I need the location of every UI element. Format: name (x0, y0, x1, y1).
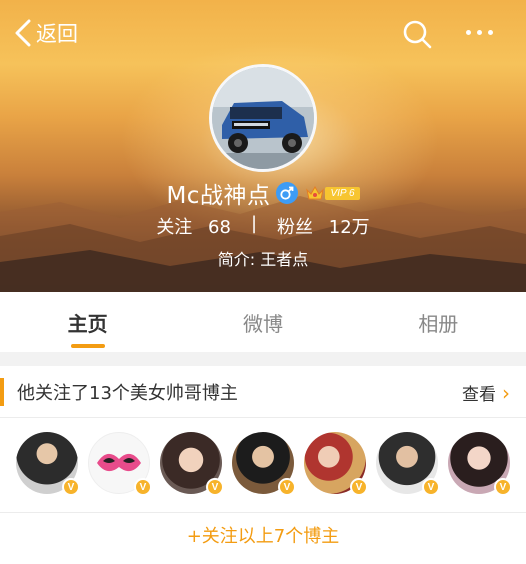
recommend-card: 他关注了13个美女帅哥博主 查看 › V V V V V V V +关注以上7个… (0, 366, 526, 564)
tab-weibo[interactable]: 微博 (175, 292, 350, 352)
verified-badge: V (494, 478, 512, 496)
back-label: 返回 (36, 22, 78, 46)
search-icon[interactable] (402, 19, 432, 49)
recommend-header: 他关注了13个美女帅哥博主 查看 › (0, 366, 526, 418)
followers-count: 12万 (328, 217, 370, 238)
recommend-title: 他关注了13个美女帅哥博主 (17, 382, 238, 404)
followers-label: 粉丝 (277, 217, 314, 238)
follow-all-button[interactable]: +关注以上7个博主 (0, 512, 526, 556)
accent-bar (0, 377, 4, 406)
tab-album[interactable]: 相册 (351, 292, 526, 352)
verified-badge: V (206, 478, 224, 496)
recommended-user-avatar[interactable]: V (304, 432, 368, 496)
recommended-user-avatar[interactable]: V (376, 432, 440, 496)
back-button[interactable]: 返回 (14, 18, 78, 48)
verified-badge: V (278, 478, 296, 496)
active-tab-indicator (70, 344, 105, 348)
profile-tabs: 主页 微博 相册 (0, 292, 526, 352)
more-icon[interactable] (466, 30, 493, 35)
tab-album-label: 相册 (418, 311, 459, 336)
followers-stat[interactable]: 粉丝 12万 (277, 213, 370, 239)
vip-level: VIP 6 (325, 186, 360, 200)
verified-badge: V (134, 478, 152, 496)
verified-badge: V (350, 478, 368, 496)
more-dot (466, 30, 471, 35)
verified-badge: V (422, 478, 440, 496)
profile-avatar[interactable] (209, 64, 317, 172)
profile-header: 返回 Mc战神点 VIP 6 关注 68 | 粉丝 12万 简介: 王者点 (0, 0, 526, 292)
profile-name: Mc战神点 (166, 183, 271, 209)
following-stat[interactable]: 关注 68 (156, 213, 231, 239)
view-more-label: 查看 (462, 385, 496, 405)
tab-home-label: 主页 (67, 311, 108, 336)
more-dot (488, 30, 493, 35)
recommended-user-avatar[interactable]: V (88, 432, 152, 496)
mask-logo-icon (97, 453, 141, 472)
recommended-user-avatar[interactable]: V (232, 432, 296, 496)
profile-bio: 简介: 王者点 (217, 250, 309, 269)
recommended-user-avatar[interactable]: V (160, 432, 224, 496)
view-more-link[interactable]: 查看 › (462, 380, 510, 406)
truck-photo (212, 67, 314, 169)
tab-weibo-label: 微博 (242, 311, 283, 336)
name-row: Mc战神点 VIP 6 (0, 176, 526, 210)
more-dot (477, 30, 482, 35)
profile-stats: 关注 68 | 粉丝 12万 (0, 213, 526, 239)
stats-separator: | (250, 213, 258, 234)
recommended-user-avatar[interactable]: V (16, 432, 80, 496)
tab-home[interactable]: 主页 (0, 292, 175, 352)
crown-icon (306, 185, 325, 200)
vip-badge[interactable]: VIP 6 (306, 185, 360, 201)
male-icon (276, 182, 299, 204)
recommended-avatars: V V V V V V V (16, 432, 512, 496)
following-label: 关注 (156, 217, 193, 238)
following-count: 68 (208, 217, 231, 238)
chevron-left-icon (15, 19, 31, 47)
recommended-user-avatar[interactable]: V (448, 432, 512, 496)
section-gap (0, 352, 526, 366)
verified-badge: V (62, 478, 80, 496)
chevron-right-icon: › (502, 380, 510, 405)
